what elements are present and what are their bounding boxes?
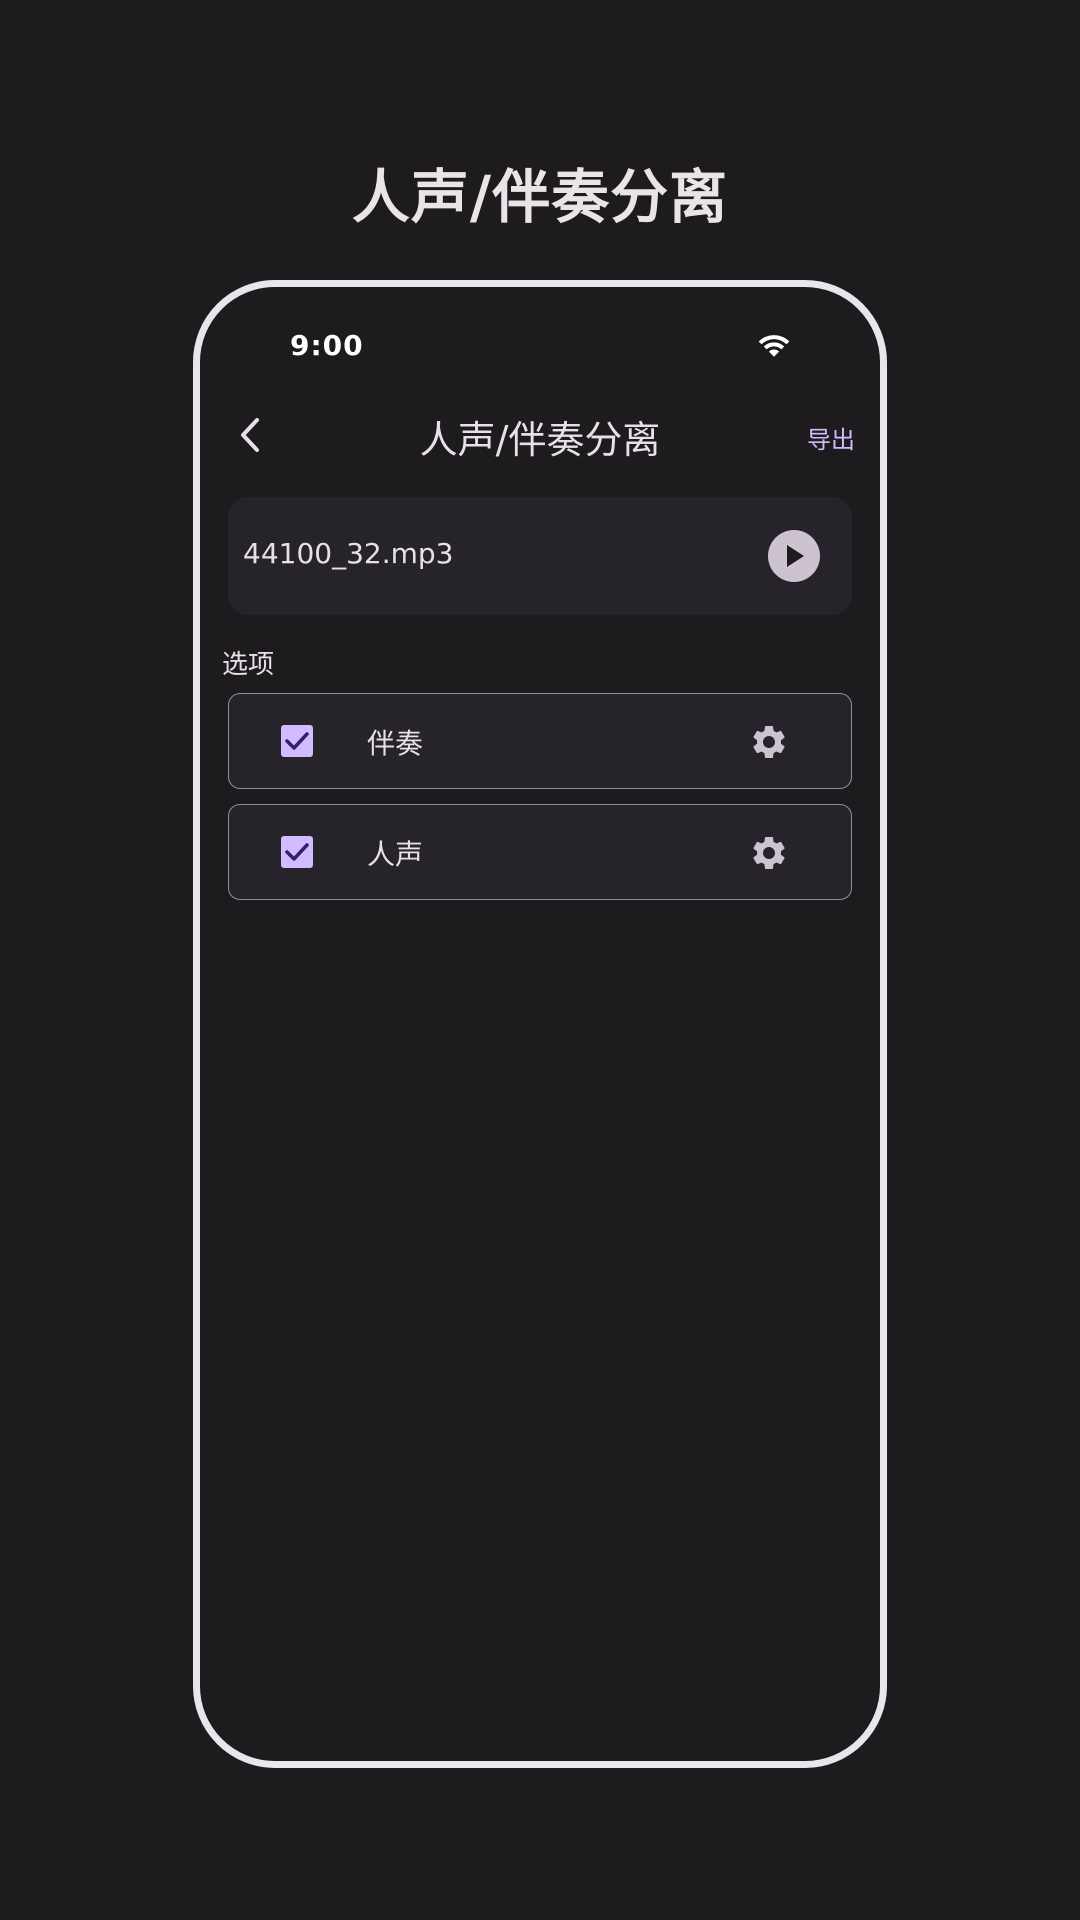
phone-frame: 9:00 人声/伴奏分离 导出 44100_32.mp3 选项 伴奏 人声 bbox=[193, 280, 887, 1768]
option-row-accompaniment: 伴奏 bbox=[228, 693, 852, 789]
file-name: 44100_32.mp3 bbox=[243, 537, 454, 570]
checkmark-icon bbox=[285, 843, 309, 861]
page-title: 人声/伴奏分离 bbox=[419, 418, 661, 462]
accompaniment-checkbox[interactable] bbox=[281, 725, 313, 757]
options-section-label: 选项 bbox=[222, 650, 275, 680]
option-label: 伴奏 bbox=[367, 727, 424, 760]
vocals-checkbox[interactable] bbox=[281, 836, 313, 868]
file-card: 44100_32.mp3 bbox=[228, 497, 852, 615]
promo-title: 人声/伴奏分离 bbox=[351, 163, 729, 231]
wifi-icon bbox=[758, 335, 790, 357]
gear-icon[interactable] bbox=[749, 722, 789, 762]
export-button[interactable]: 导出 bbox=[807, 420, 855, 455]
option-label: 人声 bbox=[367, 838, 424, 871]
play-icon bbox=[787, 545, 804, 567]
status-time: 9:00 bbox=[290, 329, 364, 362]
option-row-vocals: 人声 bbox=[228, 804, 852, 900]
gear-icon[interactable] bbox=[749, 833, 789, 873]
play-button[interactable] bbox=[768, 530, 820, 582]
checkmark-icon bbox=[285, 732, 309, 750]
